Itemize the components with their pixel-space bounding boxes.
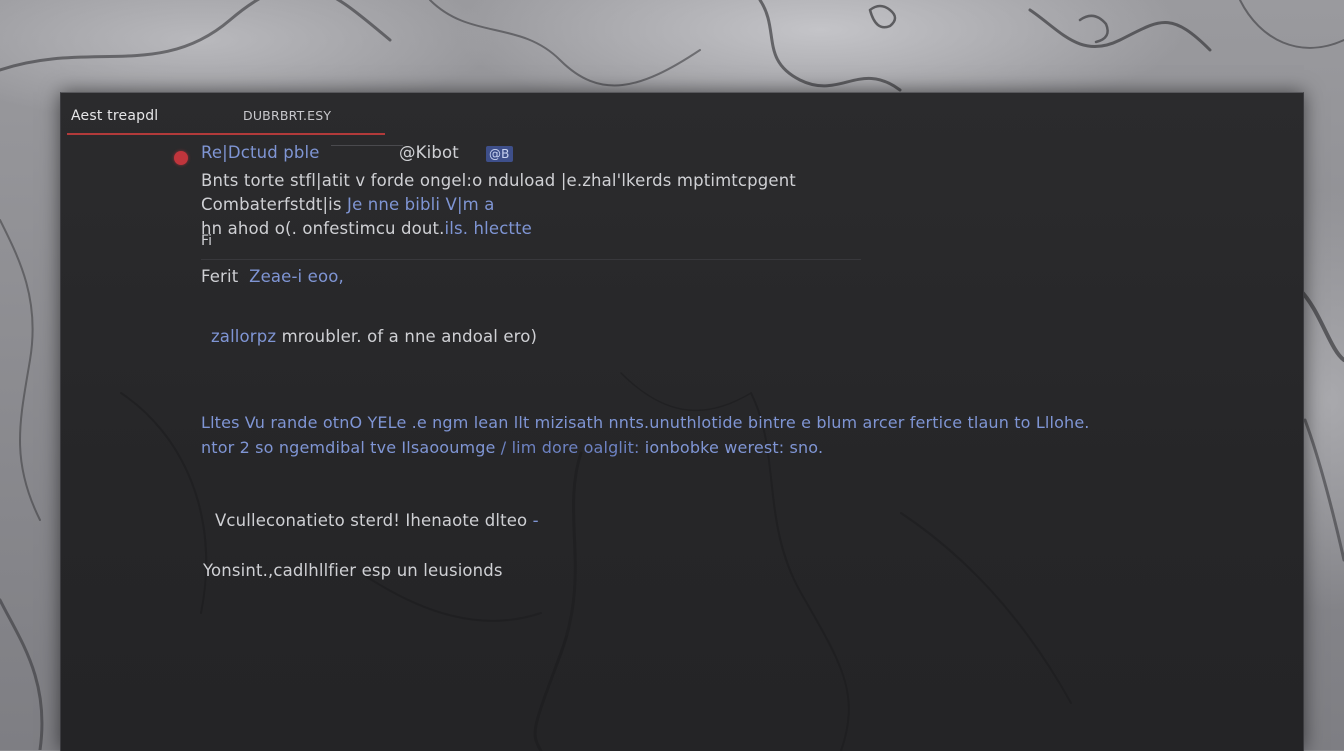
warning-text: / lim dore oalglit: [500, 438, 645, 457]
note-prefix[interactable]: zallorpz [211, 327, 276, 346]
tab-bar: Aest treapdl DUBRBRT.ESY [61, 93, 1303, 137]
app-window: Aest treapdl DUBRBRT.ESY Re|Dctud pble @… [60, 92, 1304, 751]
note-text: mroubler. of a nne andoal ero) [281, 327, 538, 346]
description-text: forde [370, 171, 415, 190]
chevron-right-icon[interactable]: - [533, 511, 539, 530]
field-label: Ferit [201, 267, 239, 286]
warning-text: ionbobke werest: sno. [644, 438, 824, 457]
description-text: hn ahod o(. [201, 219, 297, 238]
description-link[interactable]: Je nne bibli V|m a [347, 195, 495, 214]
description-line-4: Fi [201, 233, 213, 249]
description-line-3: hn ahod o(. onfestimcu dout.ils. hlectte [201, 219, 532, 238]
warning-line-1: Lltes Vu rande otnO YELe .e ngm lean llt… [201, 413, 1090, 432]
active-tab-indicator [67, 133, 385, 135]
description-text: onfestimcu dout. [302, 219, 445, 238]
item-title[interactable]: Re|Dctud pble [201, 143, 320, 162]
description-text: ongel:o nduload |e.zhal'lkerds mptimtcpg… [419, 171, 796, 190]
warning-line-2: ntor 2 so ngemdibal tve Ilsaooumge / lim… [201, 438, 823, 457]
note-row: zallorpz mroubler. of a nne andoal ero) [211, 327, 537, 346]
description-line-2: Combaterfstdt|is Je nne bibli V|m a [201, 195, 495, 214]
description-line-1: Bnts torte stfl|atit v forde ongel:o ndu… [201, 171, 796, 190]
tab-active[interactable]: Aest treapdl [71, 103, 158, 129]
tab-inactive[interactable]: DUBRBRT.ESY [243, 103, 331, 129]
status-dot-icon [174, 151, 188, 165]
header-separator [331, 145, 403, 146]
warning-text: ntor 2 so ngemdibal tve Ilsaooumge [201, 438, 496, 457]
option-row[interactable]: Vculleconatieto sterd! Ihenaote dlteo - [215, 511, 539, 530]
description-text: Bnts torte stfl|atit v [201, 171, 366, 190]
item-badge: @B [486, 145, 513, 162]
item-link[interactable]: @Kibot [399, 143, 459, 162]
description-link[interactable]: ils. hlectte [445, 219, 532, 238]
field-value[interactable]: Zeae-i eoo, [249, 267, 344, 286]
section-divider [201, 259, 861, 260]
option-text: Vculleconatieto sterd! Ihenaote dlteo [215, 511, 528, 530]
footer-text: Yonsint.,cadlhllfier esp un leusionds [203, 561, 503, 580]
field-row: Ferit Zeae-i eoo, [201, 267, 344, 286]
description-text: Combaterfstdt|is [201, 195, 342, 214]
